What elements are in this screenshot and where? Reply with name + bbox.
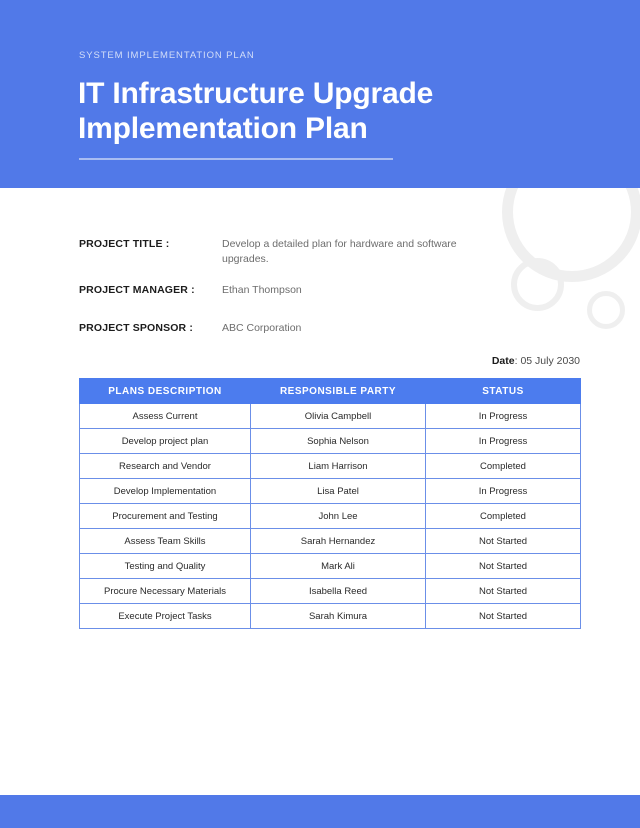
cell-status: Not Started <box>425 578 581 604</box>
project-manager-label: PROJECT MANAGER : <box>79 284 195 296</box>
meta-row-project-sponsor: PROJECT SPONSOR : ABC Corporation <box>79 321 549 336</box>
page-title-line-1: IT Infrastructure Upgrade <box>78 77 434 110</box>
cell-description: Assess Current <box>79 403 251 429</box>
cell-status: Completed <box>425 503 581 529</box>
table-row: Assess Current Olivia Campbell In Progre… <box>79 403 581 429</box>
column-header-plans-description: PLANS DESCRIPTION <box>79 378 251 404</box>
plans-table-body: Assess Current Olivia Campbell In Progre… <box>79 403 581 629</box>
cell-status: In Progress <box>425 478 581 504</box>
table-row: Develop Implementation Lisa Patel In Pro… <box>79 478 581 504</box>
eyebrow-label: SYSTEM IMPLEMENTATION PLAN <box>79 50 255 61</box>
plans-table: PLANS DESCRIPTION RESPONSIBLE PARTY STAT… <box>79 378 581 629</box>
cell-party: Isabella Reed <box>250 578 426 604</box>
cell-description: Procure Necessary Materials <box>79 578 251 604</box>
table-row: Testing and Quality Mark Ali Not Started <box>79 553 581 579</box>
ring-small-icon <box>587 291 625 329</box>
cell-party: Sophia Nelson <box>250 428 426 454</box>
cell-status: In Progress <box>425 428 581 454</box>
cell-party: Lisa Patel <box>250 478 426 504</box>
cell-status: Not Started <box>425 528 581 554</box>
plans-table-head: PLANS DESCRIPTION RESPONSIBLE PARTY STAT… <box>79 378 581 404</box>
cell-party: Sarah Hernandez <box>250 528 426 554</box>
cell-party: John Lee <box>250 503 426 529</box>
cell-status: Not Started <box>425 553 581 579</box>
cell-party: Olivia Campbell <box>250 403 426 429</box>
cell-status: In Progress <box>425 403 581 429</box>
cell-party: Mark Ali <box>250 553 426 579</box>
cell-party: Sarah Kimura <box>250 603 426 629</box>
cell-description: Procurement and Testing <box>79 503 251 529</box>
cell-description: Research and Vendor <box>79 453 251 479</box>
cell-description: Execute Project Tasks <box>79 603 251 629</box>
column-header-responsible-party: RESPONSIBLE PARTY <box>250 378 426 404</box>
cell-description: Develop Implementation <box>79 478 251 504</box>
project-sponsor-label: PROJECT SPONSOR : <box>79 322 193 334</box>
document-page: SYSTEM IMPLEMENTATION PLAN IT Infrastruc… <box>0 0 640 828</box>
title-divider <box>79 158 393 160</box>
table-row: Develop project plan Sophia Nelson In Pr… <box>79 428 581 454</box>
project-title-label: PROJECT TITLE : <box>79 238 170 250</box>
cell-description: Assess Team Skills <box>79 528 251 554</box>
meta-row-project-title: PROJECT TITLE : Develop a detailed plan … <box>79 237 549 267</box>
cell-description: Testing and Quality <box>79 553 251 579</box>
table-row: Assess Team Skills Sarah Hernandez Not S… <box>79 528 581 554</box>
table-row: Research and Vendor Liam Harrison Comple… <box>79 453 581 479</box>
cell-party: Liam Harrison <box>250 453 426 479</box>
cell-status: Completed <box>425 453 581 479</box>
date-value: 05 July 2030 <box>520 355 580 367</box>
table-row: Procure Necessary Materials Isabella Ree… <box>79 578 581 604</box>
page-title-line-2: Implementation Plan <box>78 112 368 145</box>
table-row: Procurement and Testing John Lee Complet… <box>79 503 581 529</box>
project-title-value: Develop a detailed plan for hardware and… <box>222 238 457 265</box>
project-manager-value: Ethan Thompson <box>222 284 302 296</box>
cell-description: Develop project plan <box>79 428 251 454</box>
project-sponsor-value: ABC Corporation <box>222 322 302 334</box>
table-header-row: PLANS DESCRIPTION RESPONSIBLE PARTY STAT… <box>79 378 581 404</box>
meta-row-project-manager: PROJECT MANAGER : Ethan Thompson <box>79 283 549 298</box>
header-banner: SYSTEM IMPLEMENTATION PLAN IT Infrastruc… <box>0 0 640 188</box>
page-title: IT Infrastructure Upgrade Implementation… <box>78 76 508 146</box>
table-row: Execute Project Tasks Sarah Kimura Not S… <box>79 603 581 629</box>
footer-banner <box>0 795 640 828</box>
date-label: Date <box>491 355 515 367</box>
column-header-status: STATUS <box>425 378 581 404</box>
cell-status: Not Started <box>425 603 581 629</box>
date-line: Date: 05 July 2030 <box>0 355 580 367</box>
